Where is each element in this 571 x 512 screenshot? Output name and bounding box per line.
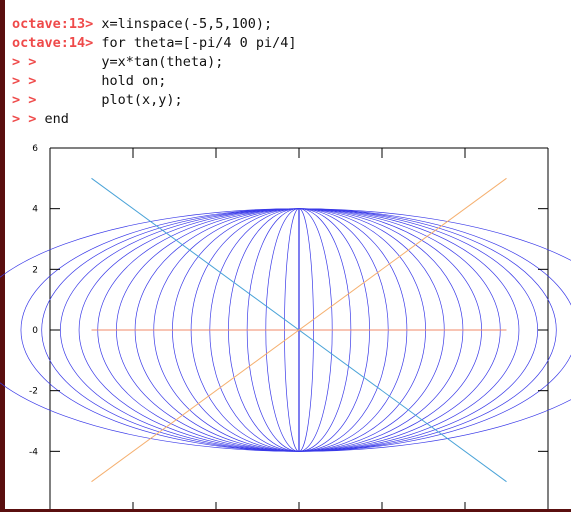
terminal-command: for theta=[-pi/4 0 pi/4] bbox=[93, 35, 297, 51]
continuation-prompt: > > bbox=[12, 92, 37, 108]
y-tick-label: 6 bbox=[32, 144, 38, 154]
y-tick-label: 4 bbox=[32, 205, 38, 215]
terminal-command: hold on; bbox=[36, 73, 167, 89]
terminal-command: y=x*tan(theta); bbox=[36, 54, 224, 70]
continuation-prompt: > > bbox=[12, 54, 37, 70]
terminal-command: x=linspace(-5,5,100); bbox=[93, 16, 273, 32]
y-tick-label: 2 bbox=[32, 265, 38, 275]
terminal-line: octave:13> x=linspace(-5,5,100); bbox=[12, 15, 296, 34]
terminal-output: octave:13> x=linspace(-5,5,100); octave:… bbox=[12, 15, 296, 129]
terminal-prompt: octave:14> bbox=[12, 35, 94, 51]
y-tick-label: -4 bbox=[29, 447, 38, 457]
terminal-line: octave:14> for theta=[-pi/4 0 pi/4] bbox=[12, 34, 296, 53]
terminal-line: > > y=x*tan(theta); bbox=[12, 53, 296, 72]
axis-ticks: 6 4 2 0 -2 -4 bbox=[29, 144, 548, 512]
y-tick-label: -2 bbox=[29, 387, 38, 397]
terminal-line: > > end bbox=[12, 110, 296, 129]
plot-canvas: 6 4 2 0 -2 -4 bbox=[0, 144, 571, 512]
terminal-prompt: octave:13> bbox=[12, 16, 94, 32]
terminal-line: > > plot(x,y); bbox=[12, 91, 296, 110]
continuation-prompt: > > bbox=[12, 73, 37, 89]
y-tick-label: 0 bbox=[32, 326, 38, 336]
terminal-command: end bbox=[36, 111, 69, 127]
continuation-prompt: > > bbox=[12, 111, 37, 127]
terminal-line: > > hold on; bbox=[12, 72, 296, 91]
plot-window: 6 4 2 0 -2 -4 bbox=[0, 128, 571, 512]
terminal-command: plot(x,y); bbox=[36, 92, 183, 108]
